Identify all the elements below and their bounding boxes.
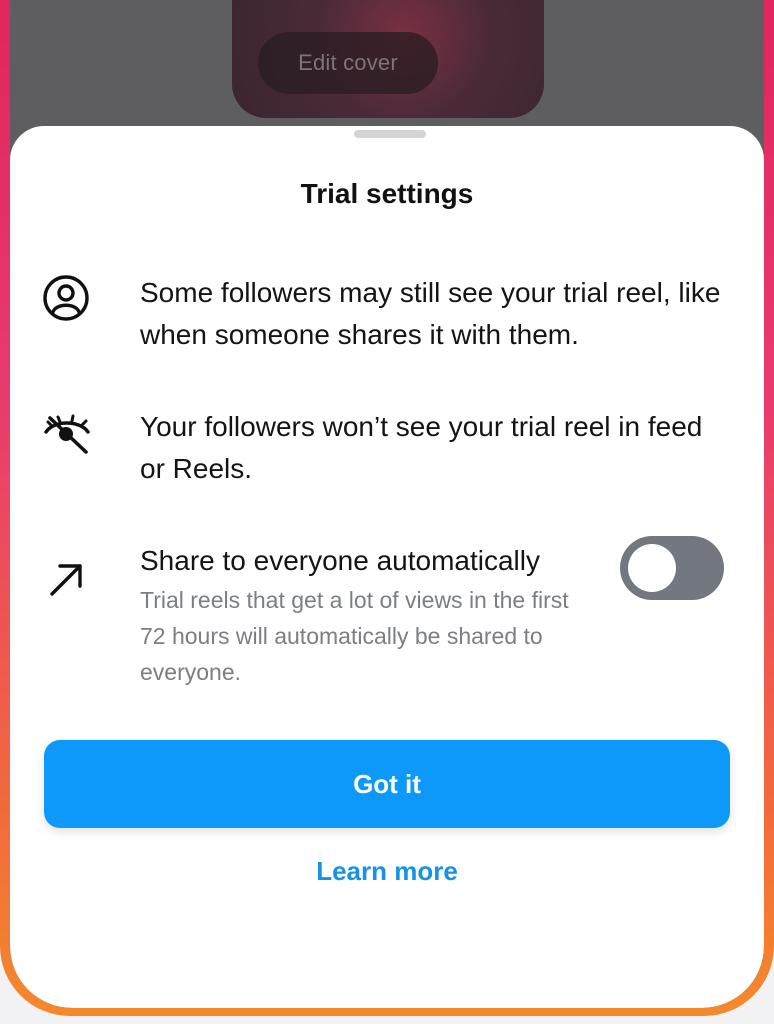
edit-cover-button[interactable]: Edit cover: [258, 32, 438, 94]
sheet-title: Trial settings: [300, 178, 474, 209]
trial-settings-sheet: Trial settings Some followers may still …: [10, 126, 764, 1008]
share-to-everyone-title: Share to everyone automatically: [140, 545, 540, 576]
share-to-everyone-description: Trial reels that get a lot of views in t…: [140, 587, 569, 685]
screen: Edit cover Trial settings Some followers…: [10, 0, 764, 1008]
learn-more-link[interactable]: Learn more: [10, 856, 764, 887]
share-to-everyone-toggle[interactable]: [620, 536, 724, 600]
person-circle-icon: [43, 275, 89, 321]
toggle-knob: [628, 544, 676, 592]
sheet-grabber-handle[interactable]: [354, 130, 426, 138]
info-row-text: Your followers won’t see your trial reel…: [140, 411, 703, 484]
got-it-button[interactable]: Got it: [44, 740, 730, 828]
device-frame: Edit cover Trial settings Some followers…: [0, 0, 774, 1016]
eye-off-icon: [44, 414, 90, 454]
info-row-text: Some followers may still see your trial …: [140, 277, 721, 350]
share-to-everyone-text: Share to everyone automatically Trial re…: [140, 540, 596, 690]
arrow-up-right-icon: [50, 564, 82, 596]
